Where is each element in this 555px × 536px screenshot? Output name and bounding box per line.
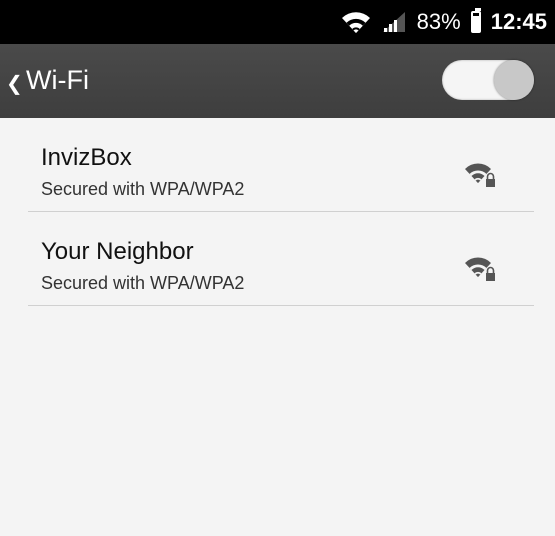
list-item[interactable]: InvizBox Secured with WPA/WPA2 xyxy=(28,118,534,212)
status-bar: 83% 12:45 xyxy=(0,0,555,44)
action-bar: ❮ Wi-Fi xyxy=(0,44,555,118)
network-name: InvizBox xyxy=(41,144,132,171)
status-icons: 83% 12:45 xyxy=(341,0,547,44)
wifi-network-list: InvizBox Secured with WPA/WPA2 Your Neig… xyxy=(28,118,534,306)
wifi-toggle[interactable] xyxy=(442,60,534,100)
signal-icon xyxy=(382,12,405,32)
battery-percent: 83% xyxy=(416,9,461,34)
battery-icon xyxy=(470,8,481,33)
wifi-lock-icon xyxy=(465,257,495,281)
network-name: Your Neighbor xyxy=(41,238,194,265)
network-security: Secured with WPA/WPA2 xyxy=(41,273,245,293)
chevron-left-icon[interactable]: ❮ xyxy=(6,71,23,96)
clock: 12:45 xyxy=(490,9,547,34)
page-title[interactable]: Wi-Fi xyxy=(26,65,89,96)
toggle-knob[interactable] xyxy=(494,60,534,100)
network-security: Secured with WPA/WPA2 xyxy=(41,179,245,199)
wifi-icon xyxy=(341,12,370,33)
wifi-lock-icon xyxy=(465,163,495,187)
battery-level-fill xyxy=(472,16,479,31)
list-item[interactable]: Your Neighbor Secured with WPA/WPA2 xyxy=(28,212,534,306)
